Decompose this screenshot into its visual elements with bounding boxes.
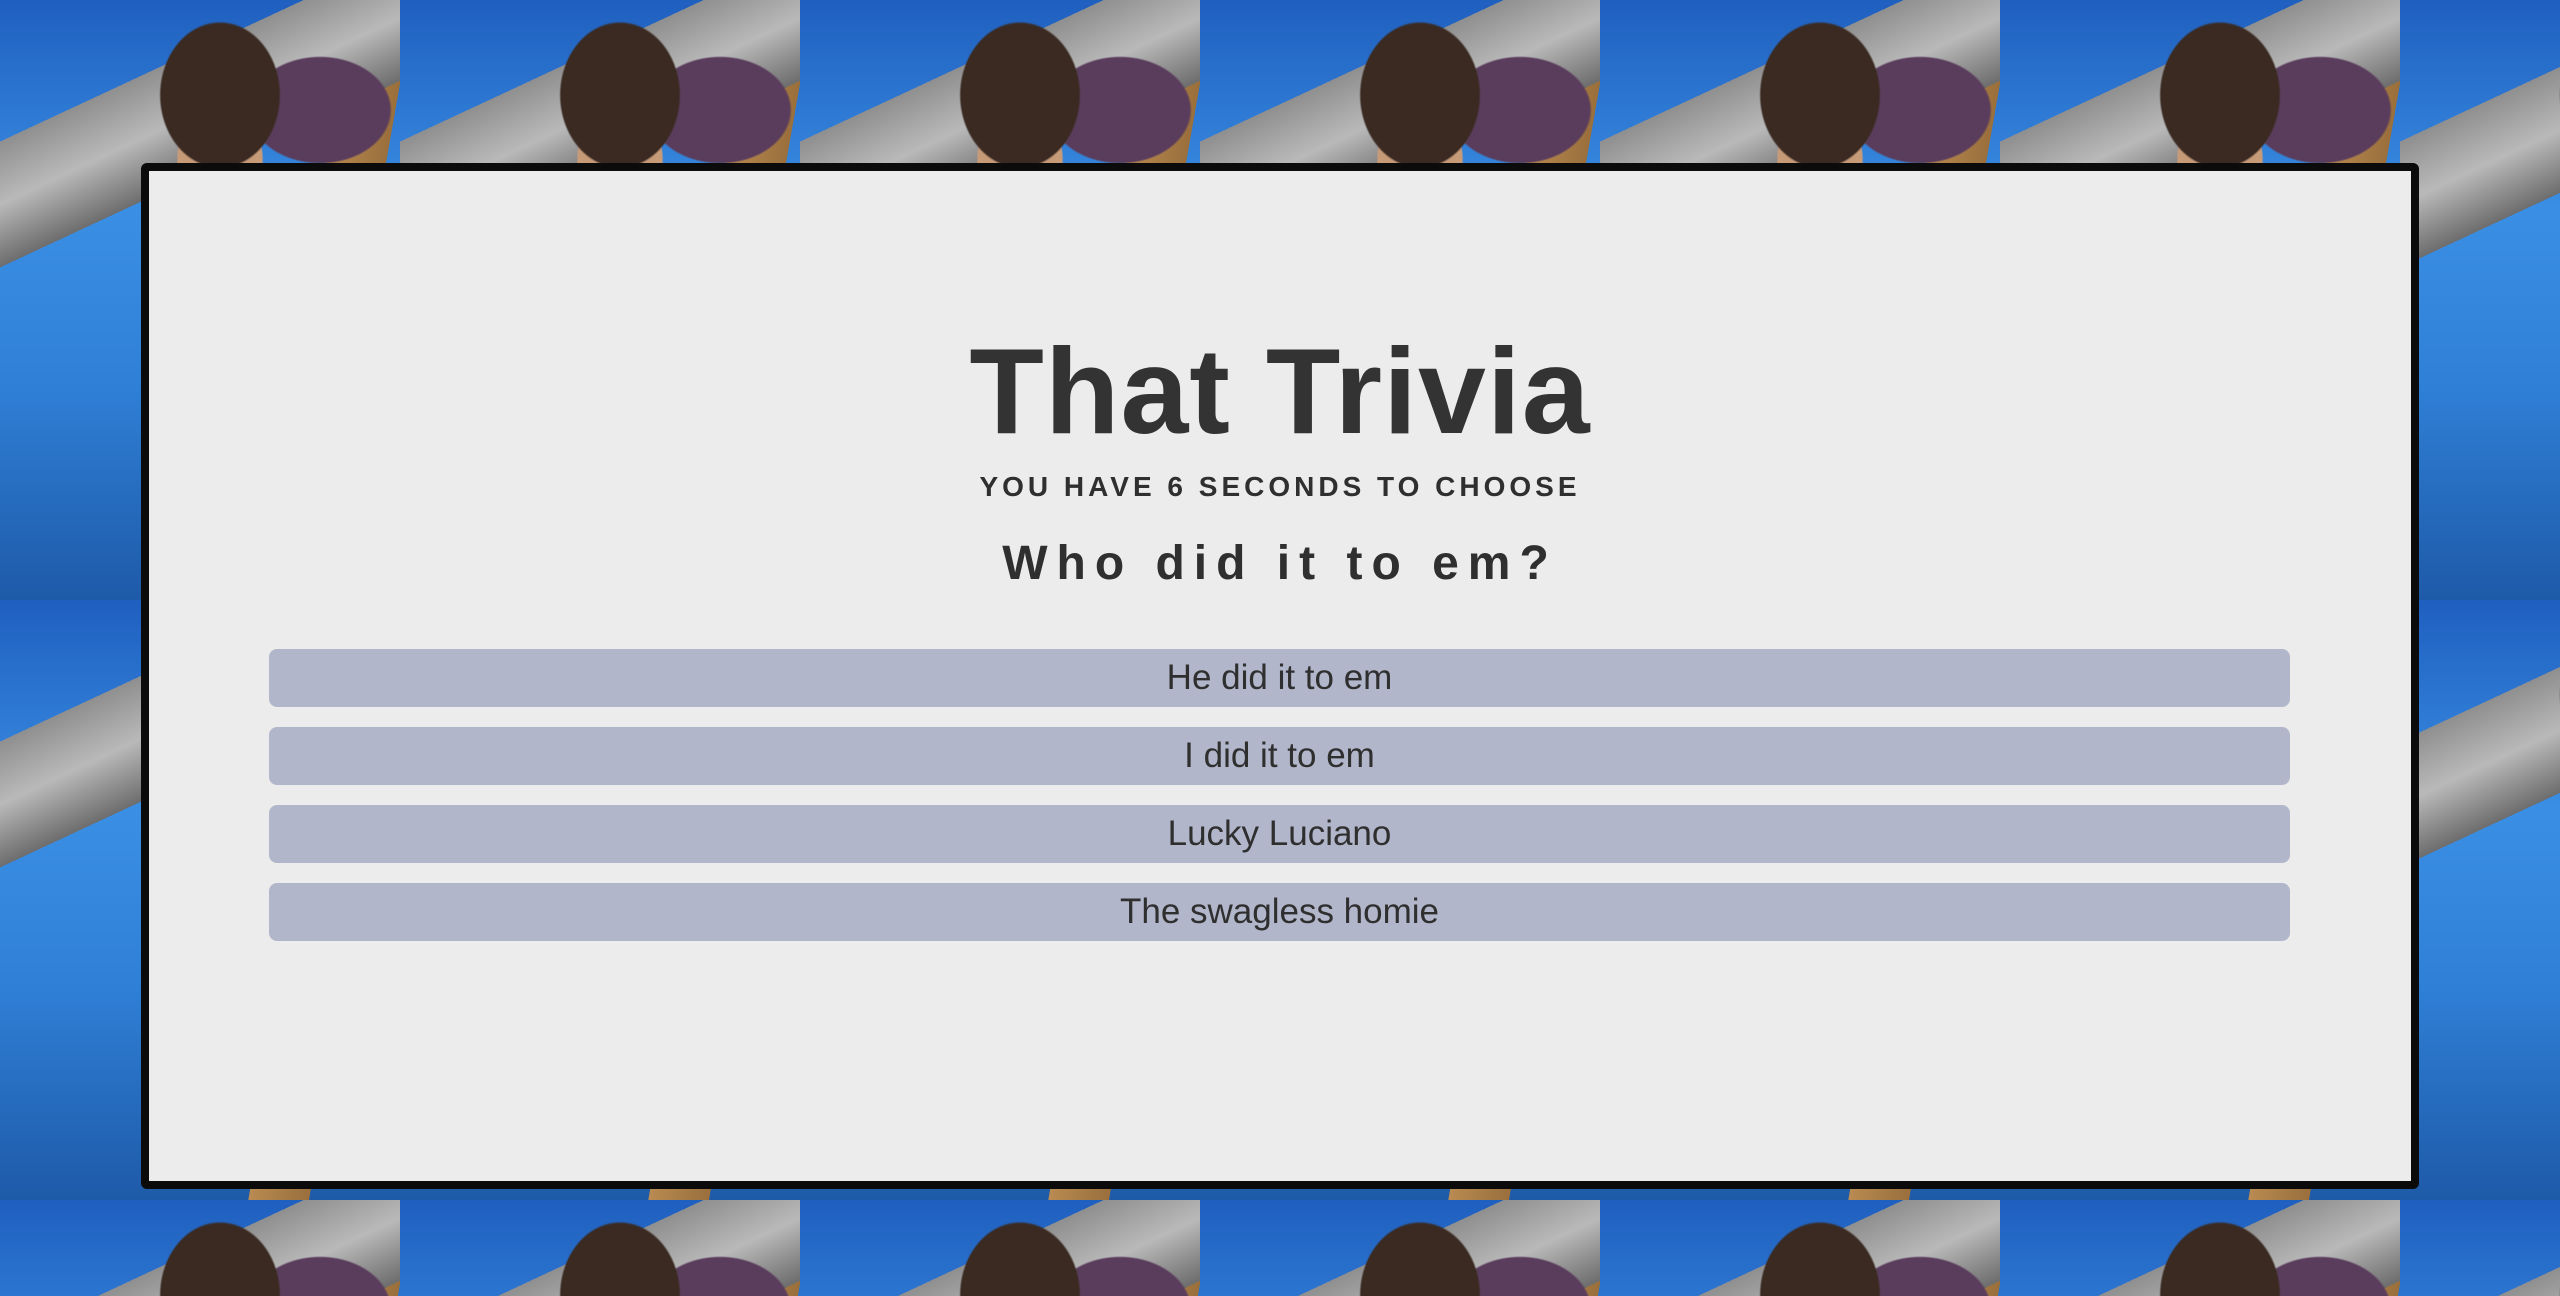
page-title: That Trivia xyxy=(969,323,1591,459)
timer-subtitle: YOU HAVE 6 SECONDS TO CHOOSE xyxy=(979,471,1581,502)
answer-option-2[interactable]: I did it to em xyxy=(269,727,2290,785)
answer-option-4[interactable]: The swagless homie xyxy=(269,883,2290,941)
answer-options: He did it to em I did it to em Lucky Luc… xyxy=(269,649,2290,961)
question-text: Who did it to em? xyxy=(1002,537,1558,590)
answer-option-1[interactable]: He did it to em xyxy=(269,649,2290,707)
answer-option-3[interactable]: Lucky Luciano xyxy=(269,805,2290,863)
trivia-card: That Trivia YOU HAVE 6 SECONDS TO CHOOSE… xyxy=(141,163,2419,1189)
